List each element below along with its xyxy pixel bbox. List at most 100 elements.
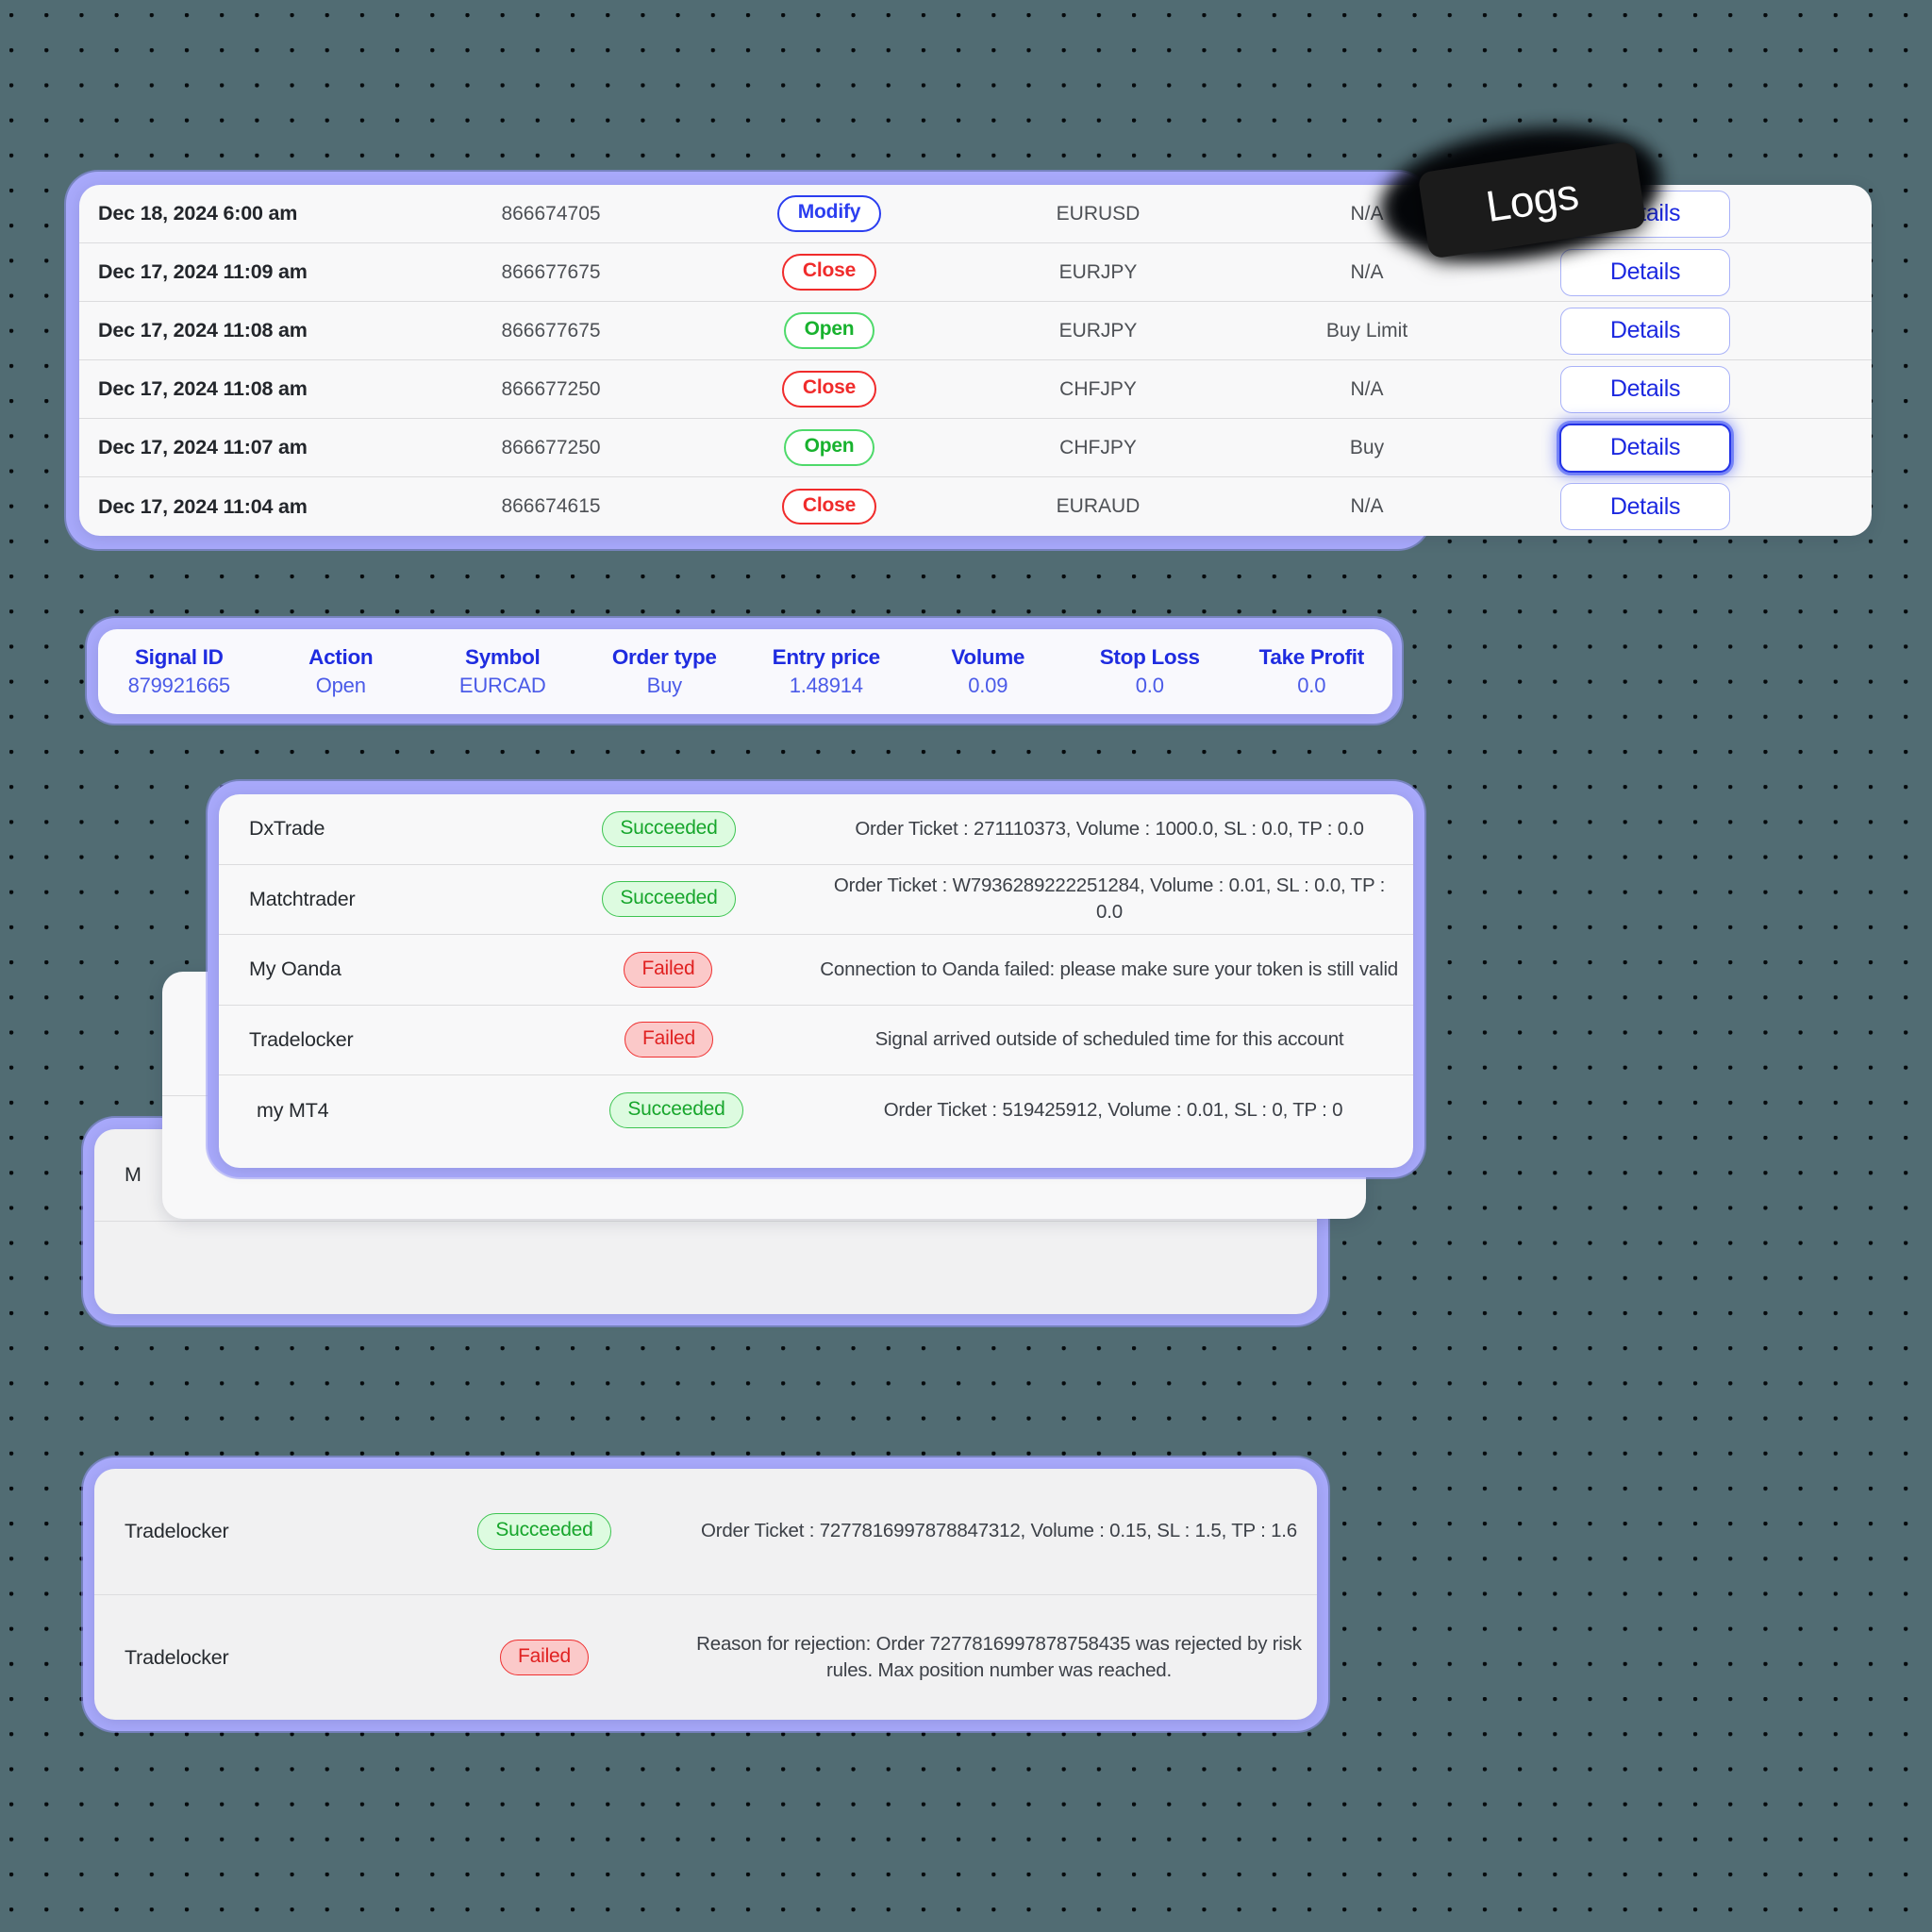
log-date: Dec 17, 2024 11:08 am (98, 377, 308, 400)
result-message: Order Ticket : W7936289222251284, Volume… (833, 874, 1386, 924)
logs-table-panel: Dec 18, 2024 6:00 am 866674705 Modify EU… (79, 185, 1872, 536)
action-badge: Open (783, 429, 875, 466)
status-badge-cell: Failed (532, 1022, 806, 1058)
log-action-cell: Open (692, 429, 966, 466)
details-button[interactable]: Details (1560, 307, 1730, 355)
log-symbol: EURJPY (1058, 319, 1138, 341)
status-badge-cell: Failed (532, 951, 806, 988)
field-value: 1.48914 (789, 674, 863, 697)
status-badge: Failed (625, 1022, 713, 1058)
table-row[interactable]: my MT4 Succeeded Order Ticket : 51942591… (219, 1075, 1413, 1146)
log-order-type: Buy (1349, 436, 1385, 458)
status-badge-cell: Succeeded (540, 1092, 813, 1129)
signal-field-symbol: Symbol EURCAD (422, 645, 584, 698)
status-badge-cell: Succeeded (532, 881, 806, 918)
field-value: Open (315, 674, 366, 697)
bottom-results-panel: Tradelocker Succeeded Order Ticket : 727… (94, 1469, 1317, 1720)
field-value: 879921665 (127, 674, 231, 697)
result-message: Order Ticket : 519425912, Volume : 0.01,… (883, 1099, 1343, 1122)
log-date: Dec 17, 2024 11:07 am (98, 436, 308, 458)
table-row[interactable]: Tradelocker Failed Reason for rejection:… (94, 1595, 1317, 1720)
result-message: Order Ticket : 271110373, Volume : 1000.… (855, 817, 1364, 840)
account-name: DxTrade (249, 817, 325, 841)
log-date: Dec 17, 2024 11:09 am (98, 260, 308, 283)
field-value: 0.09 (968, 674, 1008, 697)
field-label: Take Profit (1258, 645, 1365, 669)
log-action-cell: Open (692, 312, 966, 349)
field-value: 0.0 (1135, 674, 1164, 697)
log-signal-id: 866677250 (501, 436, 601, 458)
field-label: Signal ID (134, 645, 224, 669)
table-row[interactable]: Tradelocker Failed Signal arrived outsid… (219, 1006, 1413, 1075)
account-name: my MT4 (257, 1098, 329, 1122)
result-message: Order Ticket : 7277816997878847312, Volu… (700, 1520, 1298, 1542)
signal-field-take-profit: Take Profit 0.0 (1231, 645, 1393, 698)
field-value: 0.0 (1297, 674, 1326, 697)
log-details-cell: Details (1504, 365, 1787, 413)
table-row[interactable]: Tradelocker Succeeded Order Ticket : 727… (94, 1469, 1317, 1595)
log-details-cell: Details (1504, 483, 1787, 530)
log-symbol: EURJPY (1058, 260, 1138, 283)
table-row[interactable]: Dec 17, 2024 11:09 am 866677675 Close EU… (79, 243, 1872, 302)
action-badge: Close (781, 488, 877, 525)
table-row[interactable] (94, 1222, 1317, 1314)
table-row[interactable]: My Oanda Failed Connection to Oanda fail… (219, 935, 1413, 1006)
signal-field-action: Action Open (260, 645, 423, 698)
status-badge: Succeeded (609, 1092, 743, 1129)
account-name: Tradelocker (249, 1027, 354, 1051)
field-value: Buy (646, 674, 683, 697)
details-button[interactable]: Details (1560, 365, 1730, 413)
log-action-cell: Close (692, 488, 966, 525)
details-button[interactable]: Details (1560, 483, 1730, 530)
details-button[interactable]: Details (1560, 248, 1730, 296)
table-row[interactable]: Dec 17, 2024 11:04 am 866674615 Close EU… (79, 477, 1872, 536)
log-date: Dec 17, 2024 11:04 am (98, 494, 308, 518)
account-name: Tradelocker (125, 1645, 229, 1669)
details-button-focused[interactable]: Details (1559, 423, 1731, 473)
field-label: Order type (611, 645, 717, 669)
log-symbol: CHFJPY (1059, 436, 1137, 458)
log-signal-id: 866677675 (501, 260, 601, 283)
table-row[interactable]: Dec 17, 2024 11:07 am 866677250 Open CHF… (79, 419, 1872, 477)
result-message: Reason for rejection: Order 727781699787… (696, 1632, 1302, 1681)
signal-field-order-type: Order type Buy (584, 645, 746, 698)
field-label: Action (308, 645, 374, 669)
field-label: Symbol (465, 645, 541, 669)
log-action-cell: Close (692, 254, 966, 291)
log-order-type: N/A (1350, 377, 1384, 400)
log-date: Dec 18, 2024 6:00 am (98, 202, 298, 225)
table-row[interactable]: DxTrade Succeeded Order Ticket : 2711103… (219, 794, 1413, 865)
account-results-panel: DxTrade Succeeded Order Ticket : 2711103… (219, 794, 1413, 1168)
field-label: Entry price (772, 645, 881, 669)
logs-badge-label: Logs (1482, 169, 1582, 231)
log-action-cell: Modify (692, 195, 966, 232)
field-label: Volume (951, 645, 1025, 669)
log-symbol: EURUSD (1056, 202, 1141, 225)
status-badge: Failed (624, 951, 713, 988)
status-badge-cell: Succeeded (532, 810, 806, 847)
status-badge: Succeeded (602, 810, 736, 847)
signal-field-stop-loss: Stop Loss 0.0 (1069, 645, 1231, 698)
log-order-type: Buy Limit (1325, 319, 1408, 341)
table-row[interactable]: Matchtrader Succeeded Order Ticket : W79… (219, 865, 1413, 935)
action-badge: Close (781, 254, 877, 291)
account-name: Tradelocker (125, 1520, 229, 1542)
field-value: EURCAD (458, 674, 546, 697)
log-signal-id: 866677675 (501, 319, 601, 341)
log-date: Dec 17, 2024 11:08 am (98, 319, 308, 341)
log-order-type: N/A (1350, 495, 1384, 517)
log-signal-id: 866674615 (501, 495, 601, 517)
action-badge: Open (783, 312, 875, 349)
log-signal-id: 866677250 (501, 377, 601, 400)
log-details-cell: Details (1504, 423, 1787, 473)
account-name: My Oanda (249, 958, 341, 981)
signal-field-entry-price: Entry price 1.48914 (745, 645, 908, 698)
field-label: Stop Loss (1099, 645, 1200, 669)
status-badge: Failed (500, 1639, 589, 1676)
action-badge: Close (781, 371, 877, 408)
status-badge-cell: Failed (408, 1639, 681, 1676)
table-row[interactable]: Dec 17, 2024 11:08 am 866677250 Close CH… (79, 360, 1872, 419)
log-signal-id: 866674705 (501, 202, 601, 225)
table-row[interactable]: Dec 17, 2024 11:08 am 866677675 Open EUR… (79, 302, 1872, 360)
account-name: Matchtrader (249, 887, 356, 910)
